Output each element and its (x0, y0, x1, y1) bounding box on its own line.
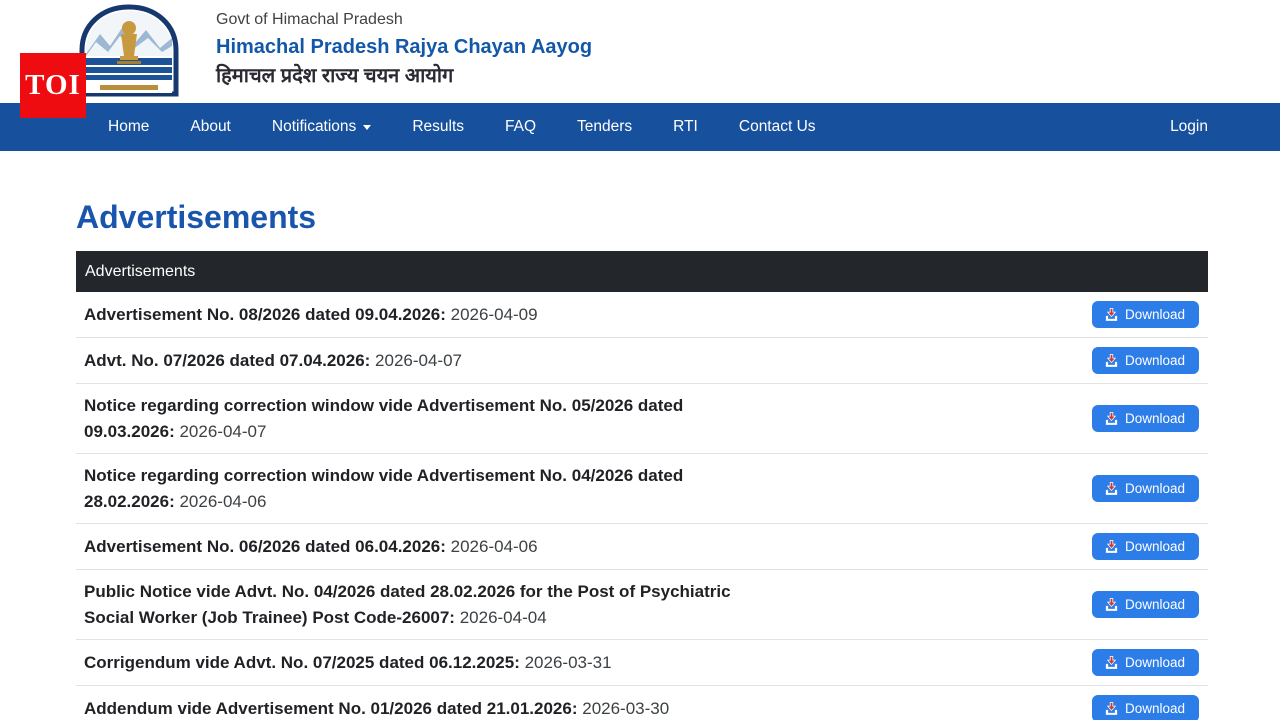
panel-header: Advertisements (76, 251, 1208, 292)
advertisement-date: 2026-04-06 (446, 537, 538, 556)
advertisement-date: 2026-03-31 (520, 653, 612, 672)
advertisement-title: Advertisement No. 06/2026 dated 06.04.20… (84, 537, 446, 556)
download-button[interactable]: Download (1092, 695, 1199, 720)
download-button-label: Download (1125, 701, 1185, 716)
advertisement-list: Advertisement No. 08/2026 dated 09.04.20… (76, 292, 1208, 720)
download-icon (1104, 307, 1119, 322)
table-row: Notice regarding correction window vide … (76, 454, 1208, 524)
org-name-hindi: हिमाचल प्रदेश राज्य चयन आयोग (216, 63, 592, 90)
advertisement-text: Advertisement No. 06/2026 dated 06.04.20… (84, 534, 764, 560)
nav-item-label: Home (108, 118, 149, 136)
nav-item-contact-us[interactable]: Contact Us (739, 118, 816, 136)
download-icon (1104, 701, 1119, 716)
nav-item-label: Contact Us (739, 118, 816, 136)
login-link[interactable]: Login (1170, 118, 1208, 136)
chevron-down-icon (363, 125, 371, 130)
table-row: Corrigendum vide Advt. No. 07/2025 dated… (76, 640, 1208, 686)
table-row: Addendum vide Advertisement No. 01/2026 … (76, 686, 1208, 720)
advertisement-date: 2026-04-09 (446, 305, 538, 324)
download-button-label: Download (1125, 411, 1185, 426)
toi-watermark-label: TOI (25, 69, 81, 102)
nav-item-label: Results (412, 118, 464, 136)
advertisement-date: 2026-04-06 (175, 492, 267, 511)
page-title: Advertisements (76, 199, 1208, 236)
download-icon (1104, 481, 1119, 496)
nav-item-label: About (190, 118, 231, 136)
main-content: Advertisements Advertisements Advertisem… (76, 199, 1208, 720)
download-button-label: Download (1125, 353, 1185, 368)
download-icon (1104, 353, 1119, 368)
download-button[interactable]: Download (1092, 301, 1199, 328)
download-button[interactable]: Download (1092, 533, 1199, 560)
himachal-emblem-icon (78, 4, 180, 97)
govt-line: Govt of Himachal Pradesh (216, 9, 592, 31)
nav-items: Home About Notifications Results FAQ Tenders R… (108, 118, 816, 136)
advertisement-title: Advertisement No. 08/2026 dated 09.04.20… (84, 305, 446, 324)
download-button[interactable]: Download (1092, 649, 1199, 676)
advertisement-text: Advertisement No. 08/2026 dated 09.04.20… (84, 302, 764, 328)
table-row: Advertisement No. 06/2026 dated 06.04.20… (76, 524, 1208, 570)
nav-item-label: RTI (673, 118, 698, 136)
table-row: Advertisement No. 08/2026 dated 09.04.20… (76, 292, 1208, 338)
advertisement-title: Public Notice vide Advt. No. 04/2026 dat… (84, 582, 731, 627)
toi-watermark-badge: TOI (20, 53, 86, 118)
download-button-label: Download (1125, 539, 1185, 554)
nav-item-label: Notifications (272, 118, 356, 136)
download-button-label: Download (1125, 481, 1185, 496)
table-row: Advt. No. 07/2026 dated 07.04.2026: 2026… (76, 338, 1208, 384)
table-row: Public Notice vide Advt. No. 04/2026 dat… (76, 570, 1208, 640)
nav-item-rti[interactable]: RTI (673, 118, 698, 136)
download-button[interactable]: Download (1092, 347, 1199, 374)
masthead-text: Govt of Himachal Pradesh Himachal Prades… (216, 9, 592, 90)
nav-item-notifications[interactable]: Notifications (272, 118, 371, 136)
advertisement-text: Advt. No. 07/2026 dated 07.04.2026: 2026… (84, 348, 764, 374)
advertisement-title: Addendum vide Advertisement No. 01/2026 … (84, 699, 578, 718)
download-button[interactable]: Download (1092, 475, 1199, 502)
table-row: Notice regarding correction window vide … (76, 384, 1208, 454)
download-icon (1104, 539, 1119, 554)
download-button[interactable]: Download (1092, 591, 1199, 618)
download-button-label: Download (1125, 307, 1185, 322)
advertisement-date: 2026-04-04 (455, 608, 547, 627)
navbar: Home About Notifications Results FAQ Tenders R… (0, 103, 1280, 151)
nav-item-results[interactable]: Results (412, 118, 464, 136)
advertisement-title: Advt. No. 07/2026 dated 07.04.2026: (84, 351, 370, 370)
hprca-logo (78, 4, 180, 97)
advertisement-date: 2026-04-07 (175, 422, 267, 441)
nav-item-about[interactable]: About (190, 118, 231, 136)
org-name-english: Himachal Pradesh Rajya Chayan Aayog (216, 34, 592, 61)
advertisement-title: Corrigendum vide Advt. No. 07/2025 dated… (84, 653, 520, 672)
nav-item-faq[interactable]: FAQ (505, 118, 536, 136)
advertisement-text: Notice regarding correction window vide … (84, 463, 764, 514)
advertisement-text: Corrigendum vide Advt. No. 07/2025 dated… (84, 650, 764, 676)
download-button-label: Download (1125, 597, 1185, 612)
download-button-label: Download (1125, 655, 1185, 670)
download-icon (1104, 597, 1119, 612)
download-icon (1104, 655, 1119, 670)
advertisement-text: Addendum vide Advertisement No. 01/2026 … (84, 696, 764, 720)
advertisement-date: 2026-03-30 (578, 699, 670, 718)
nav-item-home[interactable]: Home (108, 118, 149, 136)
advertisement-text: Notice regarding correction window vide … (84, 393, 764, 444)
download-button[interactable]: Download (1092, 405, 1199, 432)
masthead: TOI Govt of Himacha (0, 0, 1280, 103)
advertisement-text: Public Notice vide Advt. No. 04/2026 dat… (84, 579, 764, 630)
nav-item-tenders[interactable]: Tenders (577, 118, 632, 136)
nav-item-label: FAQ (505, 118, 536, 136)
download-icon (1104, 411, 1119, 426)
nav-item-label: Tenders (577, 118, 632, 136)
advertisement-date: 2026-04-07 (370, 351, 462, 370)
